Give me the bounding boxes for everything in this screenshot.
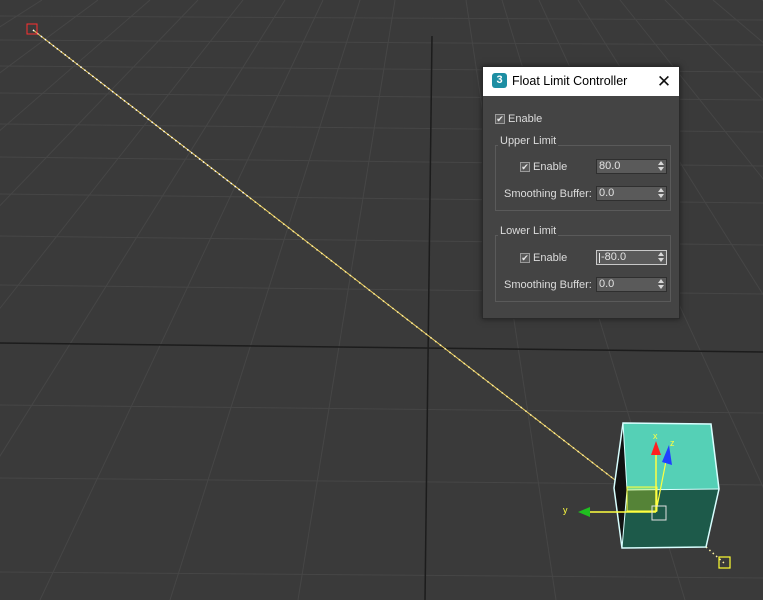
spinner-arrows-icon[interactable] (657, 279, 664, 290)
upper-enable-checkbox-row[interactable]: ✔ Enable (520, 161, 567, 173)
lower-limit-title: Lower Limit (498, 225, 559, 237)
lower-enable-label: Enable (533, 252, 568, 264)
gizmo-axis-x-label: x (653, 431, 658, 441)
upper-enable-label: Enable (533, 161, 568, 173)
lower-limit-value[interactable]: -80.0 (601, 251, 626, 264)
gizmo-axis-z-label: z (670, 438, 675, 448)
lower-enable-checkbox[interactable]: ✔ (520, 253, 530, 263)
enable-checkbox-row[interactable]: ✔ Enable (495, 113, 542, 125)
upper-smoothing-label: Smoothing Buffer: (504, 188, 592, 200)
float-limit-controller-dialog: 3 Float Limit Controller ✕ ✔ Enable Uppe… (482, 66, 680, 319)
lower-smoothing-value[interactable]: 0.0 (599, 278, 614, 291)
lower-enable-checkbox-row[interactable]: ✔ Enable (520, 252, 567, 264)
spinner-arrows-icon[interactable] (657, 161, 664, 172)
upper-limit-value[interactable]: 80.0 (599, 160, 620, 173)
close-icon: ✕ (656, 72, 672, 91)
upper-smoothing-value[interactable]: 0.0 (599, 187, 614, 200)
upper-limit-group (495, 145, 671, 211)
text-caret (599, 253, 600, 263)
gizmo-axis-y-label: y (563, 505, 568, 515)
lower-smoothing-label: Smoothing Buffer: (504, 279, 592, 291)
upper-limit-spinner[interactable]: 80.0 (596, 159, 667, 174)
enable-label: Enable (508, 113, 543, 125)
3dsmax-app-icon: 3 (492, 73, 507, 88)
spinner-arrows-icon[interactable] (657, 188, 664, 199)
upper-smoothing-spinner[interactable]: 0.0 (596, 186, 667, 201)
close-button[interactable]: ✕ (649, 67, 679, 96)
selected-box[interactable] (613, 422, 720, 549)
enable-checkbox[interactable]: ✔ (495, 114, 505, 124)
dialog-titlebar[interactable]: 3 Float Limit Controller ✕ (483, 67, 679, 96)
lower-limit-spinner[interactable]: -80.0 (596, 250, 667, 265)
upper-enable-checkbox[interactable]: ✔ (520, 162, 530, 172)
upper-limit-title: Upper Limit (498, 135, 559, 147)
spinner-arrows-icon[interactable] (657, 252, 664, 263)
dialog-title: Float Limit Controller (512, 74, 628, 88)
lower-smoothing-spinner[interactable]: 0.0 (596, 277, 667, 292)
